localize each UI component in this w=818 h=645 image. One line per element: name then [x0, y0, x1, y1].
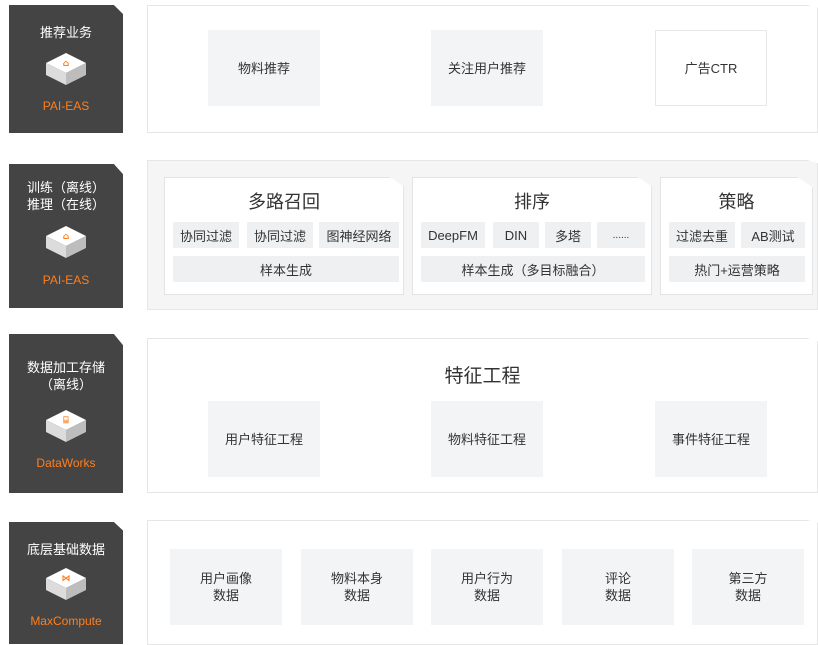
card-strategy: 策略 过滤去重 AB测试 热门+运营策略 — [660, 177, 813, 295]
panel-business: 物料推荐 关注用户推荐 广告CTR — [147, 5, 818, 133]
item-material-data: 物料本身 数据 — [301, 549, 413, 625]
svg-text:⌂: ⌂ — [63, 59, 70, 69]
item-user-behavior-data: 用户行为 数据 — [431, 549, 543, 625]
svg-text:⋈: ⋈ — [62, 574, 71, 584]
panel-training: 多路召回 协同过滤 协同过滤 图神经网络 样本生成 排序 DeepFM DIN … — [147, 160, 818, 310]
layer-label-business: 推荐业务 ⌂ PAI-EAS — [9, 5, 123, 133]
chip: 多塔 — [545, 222, 591, 248]
chip: 协同过滤 — [247, 222, 313, 248]
layer-label-base-data: 底层基础数据 ⋈ MaxCompute — [9, 522, 123, 644]
item-follow-recommend: 关注用户推荐 — [431, 30, 543, 106]
chip: ...... — [597, 222, 645, 248]
pai-eas-cube-icon: ⌂ — [46, 53, 86, 85]
item-third-party-data: 第三方 数据 — [692, 549, 804, 625]
item-user-profile-data: 用户画像 数据 — [170, 549, 282, 625]
layer-title: 推荐业务 — [39, 26, 92, 41]
item-material-recommend: 物料推荐 — [208, 30, 320, 106]
item-ad-ctr: 广告CTR — [655, 30, 767, 106]
maxcompute-cube-icon: ⋈ — [46, 568, 86, 600]
svg-text:⌸: ⌸ — [63, 415, 69, 426]
chip-footer: 样本生成（多目标融合） — [421, 256, 645, 282]
chip: 协同过滤 — [173, 222, 239, 248]
svg-text:⌂: ⌂ — [63, 232, 70, 242]
card-recall: 多路召回 协同过滤 协同过滤 图神经网络 样本生成 — [164, 177, 404, 295]
item-material-feature: 物料特征工程 — [431, 401, 543, 477]
card-title: 排序 — [514, 192, 550, 212]
layer-brand: PAI-EAS — [42, 99, 90, 113]
panel-feature-engineering: 特征工程 用户特征工程 物料特征工程 事件特征工程 — [147, 338, 818, 493]
item-user-feature: 用户特征工程 — [208, 401, 320, 477]
dataworks-cube-icon: ⌸ — [46, 410, 86, 442]
layer-title: 数据加工存储 （离线） — [26, 361, 105, 393]
card-title: 多路召回 — [248, 192, 320, 212]
layer-brand: PAI-EAS — [42, 273, 90, 287]
chip: DIN — [493, 222, 539, 248]
layer-brand: MaxCompute — [30, 614, 102, 628]
layer-title: 训练（离线） 推理（在线） — [26, 181, 105, 213]
chip-footer: 热门+运营策略 — [669, 256, 805, 282]
chip: AB测试 — [741, 222, 805, 248]
item-event-feature: 事件特征工程 — [655, 401, 767, 477]
chip: 过滤去重 — [669, 222, 735, 248]
card-ranking: 排序 DeepFM DIN 多塔 ...... 样本生成（多目标融合） — [412, 177, 652, 295]
panel-base-data: 用户画像 数据 物料本身 数据 用户行为 数据 评论 数据 第三方 数据 — [147, 520, 818, 645]
item-comment-data: 评论 数据 — [562, 549, 674, 625]
layer-label-training: 训练（离线） 推理（在线） ⌂ PAI-EAS — [9, 164, 123, 308]
panel-title: 特征工程 — [444, 365, 521, 387]
chip: 图神经网络 — [319, 222, 399, 248]
chip: DeepFM — [421, 222, 485, 248]
chip-footer: 样本生成 — [173, 256, 399, 282]
card-title: 策略 — [718, 192, 755, 212]
pai-eas-cube-icon: ⌂ — [46, 226, 86, 258]
layer-title: 底层基础数据 — [26, 543, 105, 558]
layer-label-data-processing: 数据加工存储 （离线） ⌸ DataWorks — [9, 334, 123, 493]
layer-brand: DataWorks — [36, 456, 96, 470]
